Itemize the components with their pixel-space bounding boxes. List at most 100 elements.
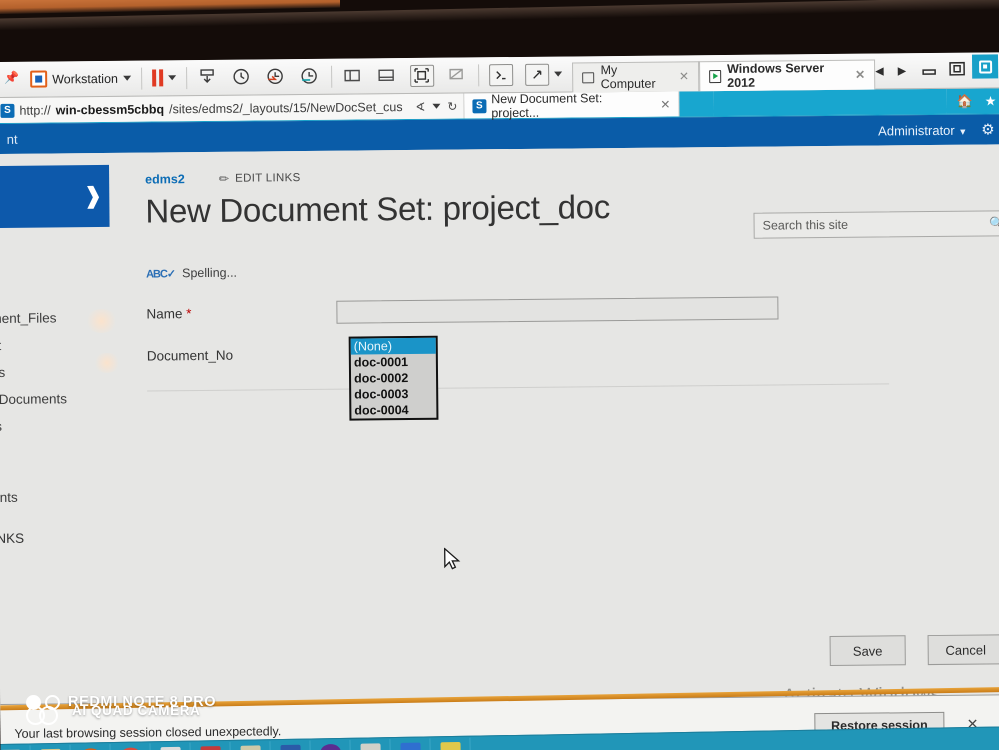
minimize-icon[interactable] (920, 62, 938, 79)
cancel-button[interactable]: Cancel (927, 634, 999, 666)
search-icon[interactable]: 🔍 (989, 216, 999, 231)
search-placeholder: Search this site (762, 217, 849, 233)
nav-forward-icon[interactable]: ▶ (898, 64, 911, 77)
show-library-button[interactable] (336, 62, 370, 90)
sidebar-item-label: ts (0, 418, 3, 435)
vm-tab-strip: My Computer ✕ Windows Server 2012 ✕ (571, 56, 876, 92)
dropdown-option-doc-0001[interactable]: doc-0001 (351, 354, 436, 371)
form-row-document-no: Document_No (147, 336, 999, 376)
close-icon[interactable]: ✕ (679, 69, 689, 83)
address-bar[interactable]: S http://win-cbessm5cbbq/sites/edms2/_la… (0, 93, 465, 123)
photo-of-monitor: Workstation (0, 0, 999, 750)
divider (185, 66, 187, 89)
sidebar-item-3[interactable]: es (0, 358, 139, 386)
nav-back-icon[interactable]: ◀ (875, 64, 888, 77)
url-host: win-cbessm5cbbq (55, 101, 165, 117)
taskbar-item-star[interactable] (430, 737, 471, 750)
gear-icon[interactable]: ⚙ (981, 120, 995, 138)
sidebar-item-4[interactable]: t Documents (0, 385, 139, 413)
revert-snapshot-icon (265, 66, 287, 88)
dropdown-option-doc-0002[interactable]: doc-0002 (351, 370, 436, 387)
sidebar-item-7[interactable]: INKS (0, 524, 141, 552)
snapshot-button[interactable] (191, 63, 225, 91)
divider (140, 67, 142, 90)
close-icon[interactable]: ✕ (660, 97, 670, 111)
browser-tab-new-document-set[interactable]: S New Document Set: project... ✕ (464, 91, 680, 120)
url-protocol: http:// (19, 102, 51, 118)
taskbar-item-notepad[interactable] (30, 744, 71, 750)
suspend-button[interactable] (146, 64, 182, 92)
taskbar-item-tool[interactable] (350, 738, 391, 750)
taskbar-item-app-blue[interactable] (390, 737, 431, 750)
user-menu[interactable]: Administrator ▼ (878, 122, 967, 138)
pin-button[interactable] (0, 65, 24, 93)
notification-message: Your last browsing session closed unexpe… (14, 723, 282, 741)
taskbar-item-paint[interactable] (150, 742, 191, 750)
taskbar-item-archive[interactable] (190, 741, 231, 750)
sidebar-item-5[interactable]: ts (0, 412, 140, 440)
taskbar-item-explorer[interactable] (0, 744, 31, 750)
sharepoint-favicon: S (472, 98, 487, 113)
suite-bar-right: Administrator ▼ ⚙ (878, 120, 995, 139)
close-icon[interactable]: ✕ (855, 68, 865, 82)
favorites-star-icon[interactable]: ★ (985, 93, 997, 109)
stretch-guest-button[interactable] (519, 60, 568, 88)
console-view-button[interactable] (483, 60, 519, 88)
sidebar-item-label: ents (0, 489, 18, 506)
vm-tab-windows-server-2012[interactable]: Windows Server 2012 ✕ (698, 59, 876, 91)
taskbar-item-firefox[interactable] (70, 743, 111, 750)
page-body: ❱ s ment_Files st es t Documents ts ents… (0, 144, 999, 750)
vm-tab-label: My Computer (600, 63, 656, 92)
spelling-button[interactable]: ABC✓ Spelling... (146, 258, 999, 281)
vmware-app-icon[interactable] (971, 54, 999, 79)
sharepoint-logo-icon[interactable]: ❱ (0, 164, 110, 229)
taskbar-item-folder[interactable] (230, 740, 271, 750)
search-provider-icon[interactable]: ∢ (415, 99, 425, 113)
vm-tab-label: Windows Server 2012 (727, 61, 825, 90)
chevron-down-icon[interactable] (432, 103, 441, 109)
console-view-icon (488, 63, 513, 86)
revert-snapshot-button[interactable] (259, 63, 293, 91)
edit-links-label: EDIT LINKS (235, 172, 301, 185)
search-input[interactable]: Search this site 🔍 (753, 210, 999, 239)
new-tab-button[interactable] (679, 91, 714, 117)
unity-mode-button[interactable] (440, 61, 474, 89)
vm-tab-my-computer[interactable]: My Computer ✕ (571, 60, 700, 92)
divider (147, 383, 890, 392)
sidebar-item-label: es (0, 364, 6, 381)
field-label-text: Document_No (146, 347, 234, 364)
refresh-icon[interactable]: ↻ (447, 99, 457, 113)
sidebar-item-6[interactable]: ents (0, 483, 140, 511)
form-row-name: Name * (146, 294, 999, 334)
restore-icon[interactable] (948, 61, 966, 80)
sidebar-item-label: ment_Files (0, 310, 57, 327)
home-icon[interactable]: 🏠 (957, 93, 973, 109)
sidebar-item-label: st (0, 338, 1, 353)
sidebar-item-0[interactable]: s (0, 263, 138, 291)
main-content: edms2 ✎ EDIT LINKS New Document Set: pro… (137, 144, 999, 750)
taskbar-item-word[interactable] (270, 740, 311, 750)
monitor-icon (581, 71, 595, 83)
address-bar-tools: ∢ ↻ (415, 99, 457, 113)
unity-mode-icon (446, 64, 468, 86)
manage-snapshots-button[interactable] (293, 62, 327, 90)
fullscreen-button[interactable] (404, 61, 440, 89)
taskbar-item-media[interactable] (310, 739, 351, 750)
sidebar-item-1[interactable]: ment_Files (0, 304, 139, 332)
take-snapshot-button[interactable] (225, 63, 259, 91)
name-input[interactable] (336, 296, 779, 324)
edit-links-button[interactable]: ✎ EDIT LINKS (215, 170, 301, 187)
sidebar-item-2[interactable]: st (0, 331, 139, 359)
dropdown-option-doc-0004[interactable]: doc-0004 (351, 402, 436, 419)
sharepoint-favicon: S (0, 103, 15, 118)
workstation-menu[interactable]: Workstation (24, 64, 137, 93)
workstation-label: Workstation (52, 71, 118, 86)
dropdown-option-none[interactable]: (None) (350, 337, 436, 355)
breadcrumb[interactable]: edms2 (145, 172, 185, 186)
dropdown-option-doc-0003[interactable]: doc-0003 (351, 386, 436, 403)
taskbar-item-chrome[interactable] (110, 742, 151, 750)
document-no-dropdown-list[interactable]: (None) doc-0001 doc-0002 doc-0003 doc-00… (348, 335, 439, 421)
save-button[interactable]: Save (829, 635, 906, 667)
show-thumbnail-bar-button[interactable] (370, 62, 404, 90)
